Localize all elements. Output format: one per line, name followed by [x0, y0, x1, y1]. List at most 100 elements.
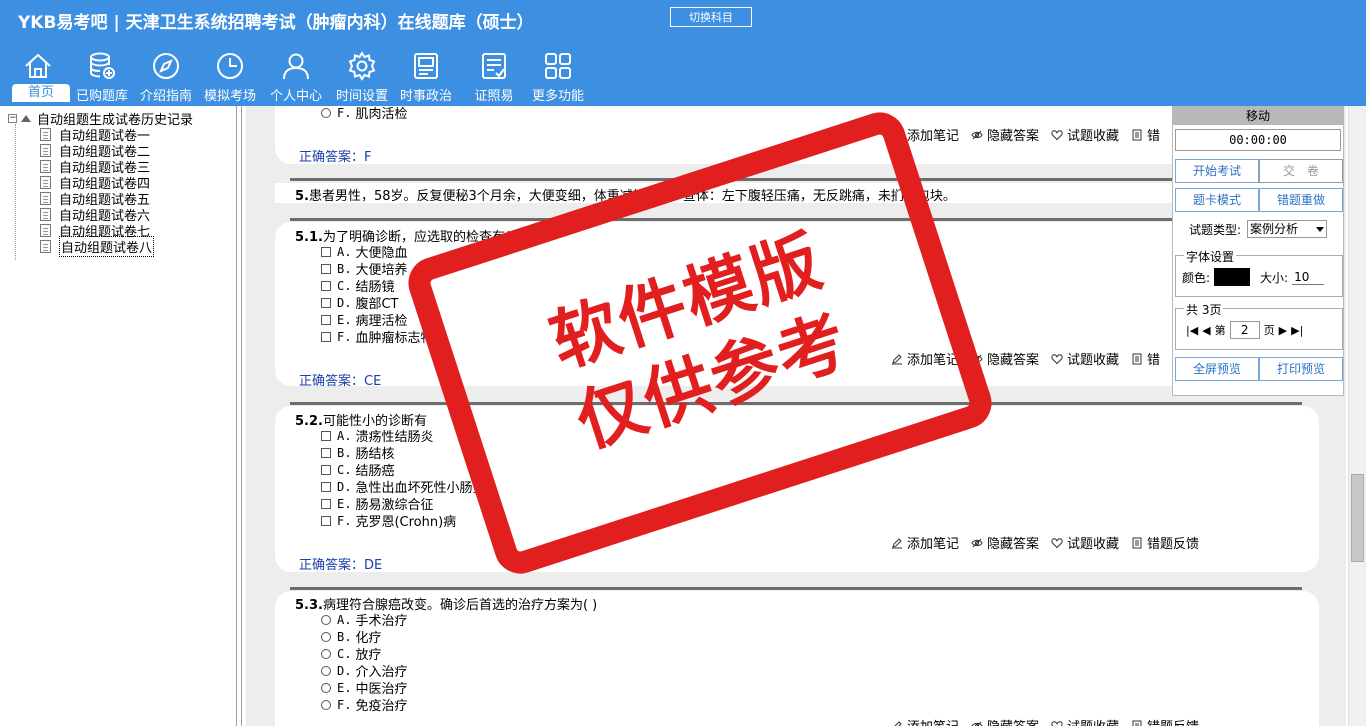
feedback-button[interactable]: 错题反馈 [1131, 716, 1199, 726]
tree-item-selected[interactable]: 自动组题试卷八 [40, 235, 155, 257]
last-page-icon[interactable]: ▶| [1291, 324, 1303, 337]
question-actions: 添加笔记 隐藏答案 试题收藏 错题反馈 [891, 716, 1199, 726]
favorite-button[interactable]: 试题收藏 [1051, 125, 1119, 144]
option-item[interactable]: F. 免疫治疗 [321, 696, 407, 714]
font-size-input[interactable]: 10 [1292, 270, 1325, 285]
question-type-select[interactable]: 案例分析 [1247, 220, 1328, 238]
fullscreen-preview-button[interactable]: 全屏预览 [1175, 357, 1259, 381]
page-suffix: 页 [1263, 324, 1275, 337]
hide-answer-button[interactable]: 隐藏答案 [971, 533, 1039, 552]
option-item[interactable]: C. 结肠镜 [321, 277, 394, 295]
add-note-button[interactable]: 添加笔记 [891, 716, 959, 726]
nav-certificate[interactable]: 证照易 [462, 48, 526, 106]
nav-label: 介绍指南 [139, 89, 192, 104]
page-number-input[interactable]: 2 [1229, 321, 1260, 339]
first-page-icon[interactable]: |◀ [1186, 324, 1198, 337]
feedback-button[interactable]: 错 [1131, 125, 1160, 144]
font-settings-label: 字体设置 [1184, 248, 1237, 265]
option-item[interactable]: F. 肌肉活检 [321, 106, 407, 122]
option-checkbox[interactable] [321, 246, 331, 257]
panel-move-handle[interactable]: 移动 [1173, 107, 1343, 125]
eye-icon [971, 130, 983, 139]
option-item[interactable]: D. 介入治疗 [321, 662, 407, 680]
option-item[interactable]: A. 溃疡性结肠炎 [321, 427, 433, 445]
font-color-swatch[interactable] [1214, 268, 1251, 286]
feedback-button[interactable]: 错题反馈 [1131, 533, 1199, 552]
pencil-icon [892, 537, 902, 548]
option-checkbox[interactable] [321, 481, 331, 492]
option-checkbox[interactable] [321, 464, 331, 475]
start-exam-button[interactable]: 开始考试 [1175, 159, 1259, 183]
option-radio[interactable] [321, 699, 331, 710]
nav-home[interactable]: 首页 [6, 48, 70, 106]
add-note-button[interactable]: 添加笔记 [891, 533, 959, 552]
option-key: B. [337, 261, 352, 276]
option-checkbox[interactable] [321, 280, 331, 291]
exam-title: 天津卫生系统招聘考试（肿瘤内科）在线题库（硕士） [125, 13, 534, 33]
nav-label: 已购题库 [75, 89, 128, 104]
option-radio[interactable] [321, 648, 331, 659]
hide-answer-button[interactable]: 隐藏答案 [971, 125, 1039, 144]
document-list-icon [1132, 537, 1142, 548]
document-list-icon [1132, 353, 1142, 364]
option-item[interactable]: F. 克罗恩(Crohn)病 [321, 512, 456, 530]
question-divider [290, 587, 1302, 590]
option-checkbox[interactable] [321, 515, 331, 526]
option-checkbox[interactable] [321, 297, 331, 308]
option-radio[interactable] [321, 682, 331, 693]
hide-answer-button[interactable]: 隐藏答案 [971, 716, 1039, 726]
option-checkbox[interactable] [321, 498, 331, 509]
next-page-icon[interactable]: ▶ [1279, 324, 1287, 337]
option-item[interactable]: F. 血肿瘤标志物 [321, 328, 433, 346]
option-item[interactable]: E. 中医治疗 [321, 679, 407, 697]
option-radio[interactable] [321, 631, 331, 642]
favorite-button[interactable]: 试题收藏 [1051, 349, 1119, 368]
option-item[interactable]: E. 肠易激综合征 [321, 495, 433, 513]
question-type-row: 试题类型: 案例分析 [1189, 220, 1328, 238]
favorite-button[interactable]: 试题收藏 [1051, 533, 1119, 552]
option-item[interactable]: A. 大便隐血 [321, 243, 407, 261]
option-item[interactable]: C. 放疗 [321, 645, 381, 663]
option-item[interactable]: D. 急性出血坏死性小肠炎 [321, 478, 485, 496]
option-radio[interactable] [321, 107, 331, 118]
nav-politics[interactable]: 时事政治 [394, 48, 458, 106]
hide-answer-button[interactable]: 隐藏答案 [971, 349, 1039, 368]
option-radio[interactable] [321, 614, 331, 625]
vertical-scrollbar[interactable] [1348, 106, 1366, 726]
submit-exam-button[interactable]: 交 卷 [1259, 159, 1343, 183]
option-checkbox[interactable] [321, 314, 331, 325]
option-checkbox[interactable] [321, 263, 331, 274]
collapse-icon[interactable]: − [8, 113, 17, 123]
option-radio[interactable] [321, 665, 331, 676]
print-preview-button[interactable]: 打印预览 [1259, 357, 1343, 381]
option-item[interactable]: B. 大便培养 [321, 260, 407, 278]
option-item[interactable]: C. 结肠癌 [321, 461, 394, 479]
feedback-button[interactable]: 错 [1131, 349, 1160, 368]
answer-label: 正确答案： [299, 558, 365, 573]
nav-user-center[interactable]: 个人中心 [264, 48, 328, 106]
switch-subject-button[interactable]: 切换科目 [670, 7, 752, 27]
option-item[interactable]: B. 肠结核 [321, 444, 394, 462]
nav-more[interactable]: 更多功能 [526, 48, 590, 106]
card-mode-button[interactable]: 题卡模式 [1175, 188, 1259, 212]
nav-mock-exam[interactable]: 模拟考场 [198, 48, 262, 106]
action-label: 错 [1147, 129, 1161, 144]
option-item[interactable]: A. 手术治疗 [321, 611, 407, 629]
option-key: F. [337, 697, 352, 712]
heart-icon [1051, 353, 1063, 364]
option-item[interactable]: E. 病理活检 [321, 311, 407, 329]
redo-wrong-button[interactable]: 错题重做 [1259, 188, 1343, 212]
nav-time-settings[interactable]: 时间设置 [330, 48, 394, 106]
eye-icon [971, 721, 983, 726]
option-checkbox[interactable] [321, 331, 331, 342]
nav-purchased-bank[interactable]: 已购题库 [70, 48, 134, 106]
nav-guide[interactable]: 介绍指南 [134, 48, 198, 106]
option-key: A. [337, 612, 352, 627]
option-checkbox[interactable] [321, 430, 331, 441]
prev-page-icon[interactable]: ◀ [1202, 324, 1210, 337]
option-item[interactable]: B. 化疗 [321, 628, 381, 646]
favorite-button[interactable]: 试题收藏 [1051, 716, 1119, 726]
scrollbar-thumb[interactable] [1351, 474, 1364, 562]
option-item[interactable]: D. 腹部CT [321, 294, 398, 312]
option-checkbox[interactable] [321, 447, 331, 458]
